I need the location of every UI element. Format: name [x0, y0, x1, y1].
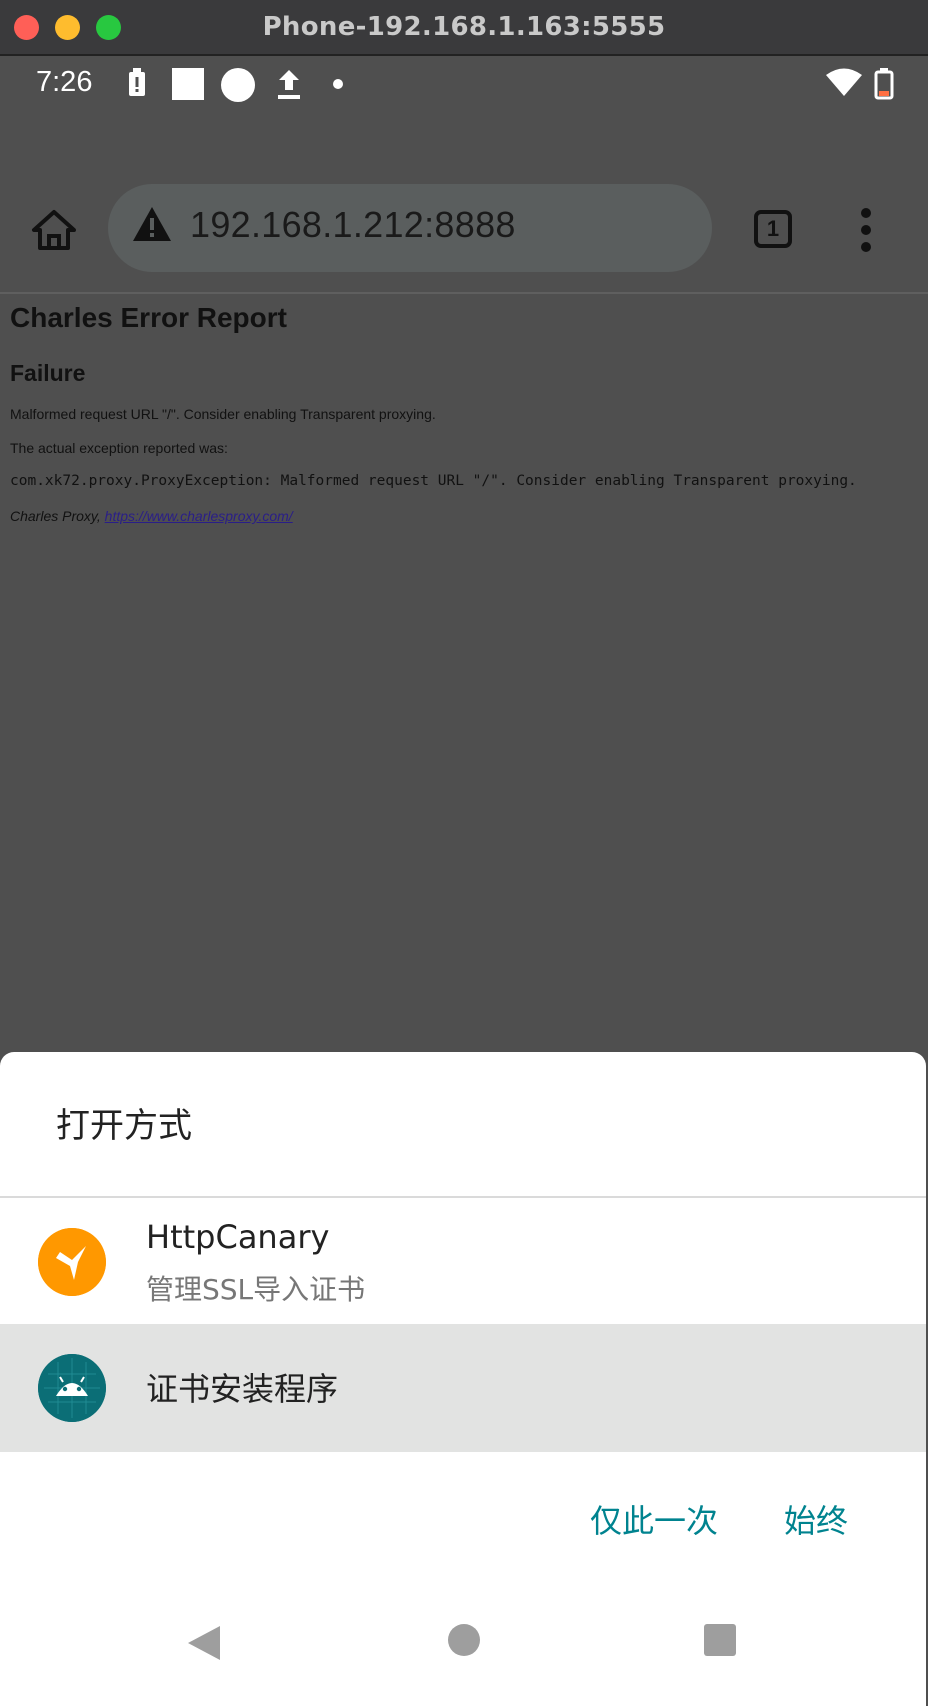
toolbar-divider: [0, 292, 928, 294]
battery-alert-icon: [129, 68, 145, 96]
app-name: 证书安装程序: [146, 1370, 339, 1408]
app-subtitle: 管理SSL导入证书: [146, 1273, 366, 1306]
back-icon[interactable]: [186, 1624, 222, 1662]
app-option-httpcanary[interactable]: HttpCanary 管理SSL导入证书: [0, 1198, 926, 1324]
sheet-title: 打开方式: [56, 1106, 192, 1146]
home-circle-icon[interactable]: [448, 1624, 480, 1656]
minimize-window-button[interactable]: [55, 15, 80, 40]
circle-icon: [221, 68, 255, 102]
emulator-window: Phone-192.168.1.163:5555 7:26 192.168.1.…: [0, 0, 928, 1706]
error-message: Malformed request URL "/". Consider enab…: [10, 406, 436, 422]
footer-prefix: Charles Proxy,: [10, 508, 105, 524]
exception-text: com.xk72.proxy.ProxyException: Malformed…: [10, 473, 857, 489]
close-window-button[interactable]: [14, 15, 39, 40]
system-nav-bar: [0, 1574, 928, 1706]
charles-link[interactable]: https://www.charlesproxy.com/: [105, 508, 293, 524]
page-subheading: Failure: [10, 360, 86, 386]
page-footer: Charles Proxy, https://www.charlesproxy.…: [10, 508, 293, 524]
battery-icon: [874, 68, 894, 100]
always-button[interactable]: 始终: [784, 1496, 848, 1542]
app-option-certificate-installer[interactable]: 证书安装程序: [0, 1324, 926, 1452]
recents-icon[interactable]: [704, 1624, 736, 1656]
exception-intro: The actual exception reported was:: [10, 440, 228, 456]
maximize-window-button[interactable]: [96, 15, 121, 40]
status-bar: 7:26: [0, 56, 928, 112]
android-icon: [38, 1354, 106, 1422]
wifi-icon: [826, 68, 862, 96]
upload-icon: [278, 70, 300, 99]
more-vert-icon[interactable]: [856, 208, 876, 252]
just-once-button[interactable]: 仅此一次: [590, 1496, 718, 1542]
tabs-button[interactable]: 1: [754, 210, 792, 248]
address-bar[interactable]: 192.168.1.212:8888: [108, 184, 712, 272]
httpcanary-bird-icon: [38, 1228, 106, 1296]
square-icon: [172, 68, 204, 100]
home-icon[interactable]: [30, 206, 78, 254]
dot-icon: [333, 79, 343, 89]
url-text[interactable]: 192.168.1.212:8888: [190, 204, 516, 246]
status-time: 7:26: [36, 66, 93, 98]
page-heading: Charles Error Report: [10, 302, 287, 333]
window-titlebar: Phone-192.168.1.163:5555: [0, 0, 928, 56]
window-title: Phone-192.168.1.163:5555: [262, 12, 666, 42]
tab-count: 1: [766, 216, 780, 241]
sheet-actions: 仅此一次 始终: [0, 1452, 926, 1592]
warning-icon[interactable]: [132, 206, 172, 242]
app-name: HttpCanary: [146, 1218, 330, 1256]
